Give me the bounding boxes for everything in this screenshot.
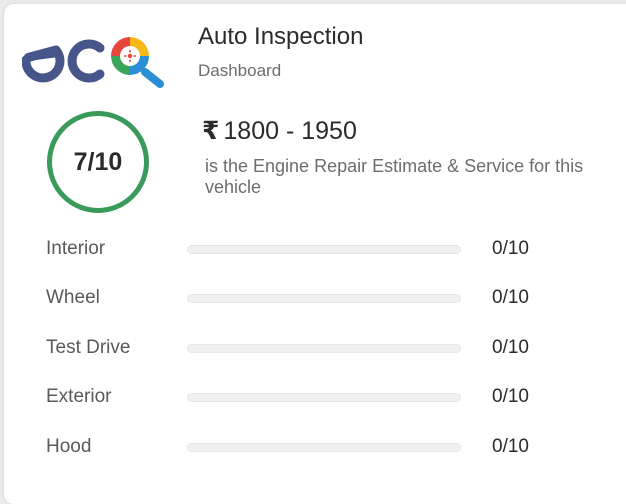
category-progress-bar [187, 443, 461, 452]
estimate-description: is the Engine Repair Estimate & Service … [205, 156, 584, 197]
category-score: 0/10 [492, 238, 529, 259]
category-label: Wheel [46, 287, 100, 308]
category-row-interior: Interior 0/10 [46, 234, 606, 264]
inspection-card: Auto Inspection Dashboard 7/10 ₹1800 - 1… [4, 4, 626, 504]
category-score: 0/10 [492, 436, 529, 457]
app-subtitle: Dashboard [198, 61, 282, 80]
app-title: Auto Inspection [198, 23, 364, 50]
category-row-exterior: Exterior 0/10 [46, 382, 606, 412]
category-progress-bar [187, 294, 461, 303]
rupee-icon: ₹ [202, 117, 220, 145]
category-label: Hood [46, 436, 92, 457]
estimate-range-value: 1800 - 1950 [223, 117, 357, 145]
category-row-wheel: Wheel 0/10 [46, 283, 606, 313]
category-progress-bar [187, 344, 461, 353]
category-label: Exterior [46, 386, 112, 407]
category-label: Interior [46, 238, 106, 259]
category-label: Test Drive [46, 337, 131, 358]
category-score: 0/10 [492, 287, 529, 308]
category-progress-bar [187, 245, 461, 254]
category-row-test-drive: Test Drive 0/10 [46, 333, 606, 363]
category-row-hood: Hood 0/10 [46, 432, 606, 462]
estimate-range: ₹1800 - 1950 [202, 116, 357, 146]
category-score: 0/10 [492, 337, 529, 358]
eco-logo [22, 37, 164, 88]
score-value: 7/10 [73, 148, 123, 176]
category-progress-bar [187, 393, 461, 402]
category-score: 0/10 [492, 386, 529, 407]
